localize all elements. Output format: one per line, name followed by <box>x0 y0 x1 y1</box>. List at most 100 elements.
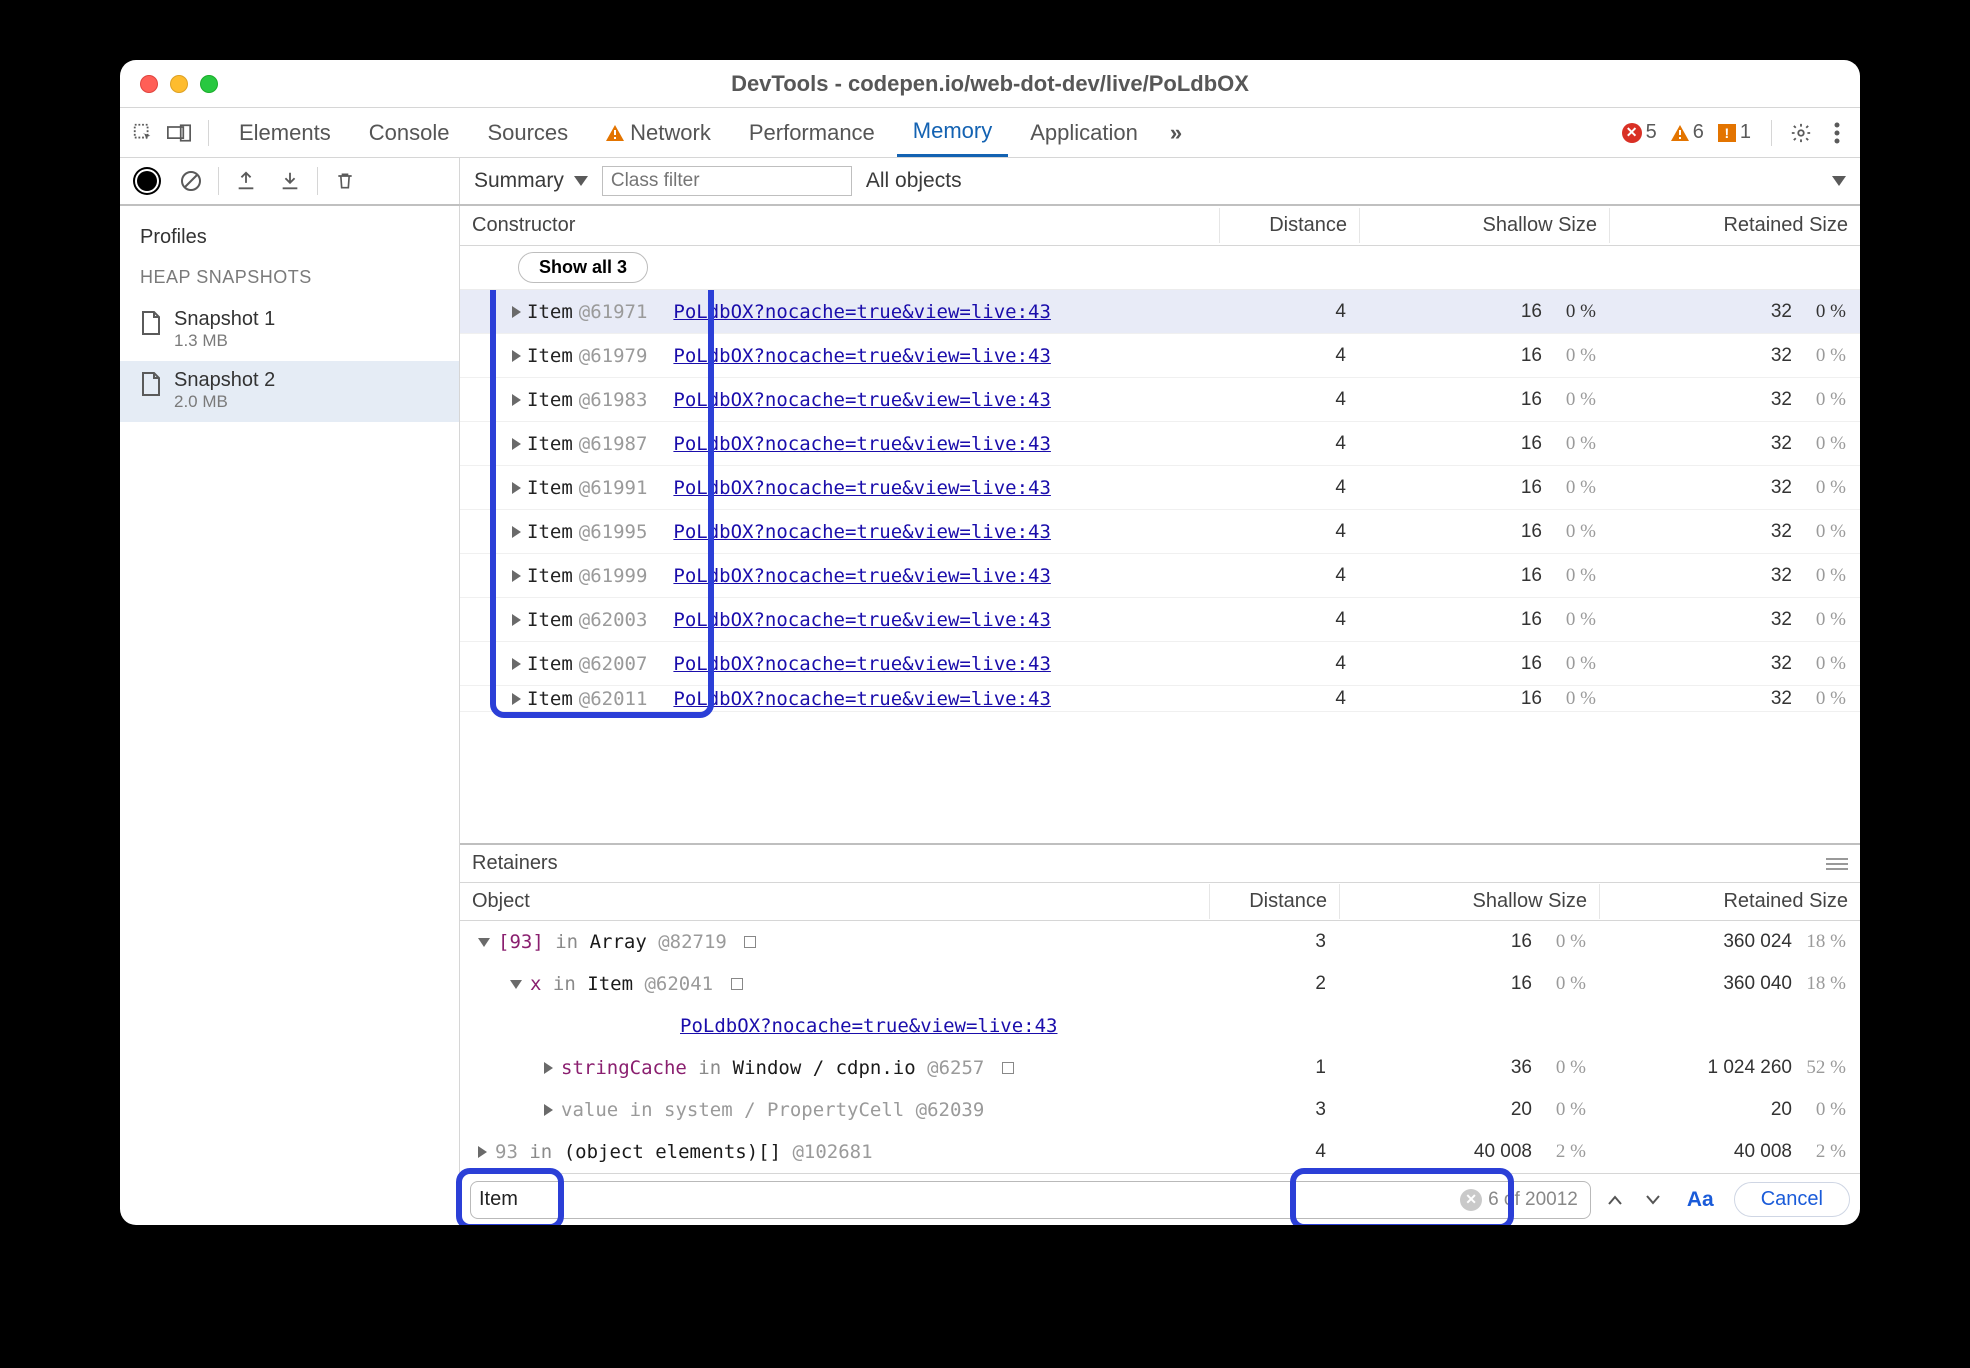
disclosure-icon[interactable] <box>478 938 490 947</box>
object-row[interactable]: Item @61971 PoLdbOX?nocache=true&view=li… <box>460 290 1860 334</box>
search-prev-button[interactable] <box>1601 1186 1629 1214</box>
snapshot-view: Constructor Distance Shallow Size Retain… <box>460 206 1860 1225</box>
issues-counter[interactable]: ! 1 <box>1718 121 1751 144</box>
object-row[interactable]: Item @62007 PoLdbOX?nocache=true&view=li… <box>460 642 1860 686</box>
search-next-button[interactable] <box>1639 1186 1667 1214</box>
source-link[interactable]: PoLdbOX?nocache=true&view=live:43 <box>673 433 1051 455</box>
col-constructor[interactable]: Constructor <box>460 208 1220 243</box>
tab-performance[interactable]: Performance <box>733 110 891 156</box>
minimize-icon[interactable] <box>170 75 188 93</box>
retainer-row[interactable]: stringCache in Window / cdpn.io @6257 1 … <box>460 1047 1860 1089</box>
source-link[interactable]: PoLdbOX?nocache=true&view=live:43 <box>673 521 1051 543</box>
source-link[interactable]: PoLdbOX?nocache=true&view=live:43 <box>673 345 1051 367</box>
col-retained[interactable]: Retained Size <box>1600 884 1860 919</box>
retainers-grid-body[interactable]: [93] in Array @82719 3 160 % 360 02418 %… <box>460 921 1860 1173</box>
import-button[interactable] <box>273 164 307 198</box>
match-case-button[interactable]: Aa <box>1677 1188 1724 1212</box>
errors-counter[interactable]: ✕ 5 <box>1622 121 1657 144</box>
disclosure-icon[interactable] <box>544 1104 553 1116</box>
tab-network-label: Network <box>630 120 711 146</box>
source-link[interactable]: PoLdbOX?nocache=true&view=live:43 <box>673 565 1051 587</box>
tab-application[interactable]: Application <box>1014 110 1154 156</box>
col-shallow[interactable]: Shallow Size <box>1340 884 1600 919</box>
source-link[interactable]: PoLdbOX?nocache=true&view=live:43 <box>673 389 1051 411</box>
object-id: @61995 <box>579 521 648 543</box>
show-all-button[interactable]: Show all 3 <box>518 252 648 283</box>
snapshot-item[interactable]: Snapshot 1 1.3 MB <box>120 300 459 361</box>
inspect-icon[interactable] <box>128 118 158 148</box>
disclosure-icon[interactable] <box>512 693 521 705</box>
disclosure-icon[interactable] <box>512 570 521 582</box>
warnings-counter[interactable]: 6 <box>1671 121 1704 144</box>
clear-button[interactable] <box>174 164 208 198</box>
object-row[interactable]: Item @61995 PoLdbOX?nocache=true&view=li… <box>460 510 1860 554</box>
close-icon[interactable] <box>140 75 158 93</box>
col-distance[interactable]: Distance <box>1210 884 1340 919</box>
object-row[interactable]: Item @61979 PoLdbOX?nocache=true&view=li… <box>460 334 1860 378</box>
col-retained[interactable]: Retained Size <box>1610 208 1860 243</box>
disclosure-icon[interactable] <box>544 1062 553 1074</box>
tab-memory[interactable]: Memory <box>897 108 1008 157</box>
source-link[interactable]: PoLdbOX?nocache=true&view=live:43 <box>673 688 1051 710</box>
search-input[interactable] <box>479 1188 1460 1211</box>
retainer-row[interactable]: x in Item @62041 2 160 % 360 04018 % <box>460 963 1860 1005</box>
kebab-icon[interactable] <box>1822 118 1852 148</box>
object-row[interactable]: Item @62011 PoLdbOX?nocache=true&view=li… <box>460 686 1860 712</box>
chevron-down-icon[interactable] <box>1832 176 1846 186</box>
device-icon[interactable] <box>164 118 194 148</box>
constructor-grid-body[interactable]: Item @61971 PoLdbOX?nocache=true&view=li… <box>460 290 1860 843</box>
retainers-grid-header: Object Distance Shallow Size Retained Si… <box>460 883 1860 921</box>
object-row[interactable]: Item @61983 PoLdbOX?nocache=true&view=li… <box>460 378 1860 422</box>
retainer-row[interactable]: [93] in Array @82719 3 160 % 360 02418 % <box>460 921 1860 963</box>
delete-button[interactable] <box>328 164 362 198</box>
source-link[interactable]: PoLdbOX?nocache=true&view=live:43 <box>673 301 1051 323</box>
object-row[interactable]: Item @62003 PoLdbOX?nocache=true&view=li… <box>460 598 1860 642</box>
col-object[interactable]: Object <box>460 884 1210 919</box>
disclosure-icon[interactable] <box>512 526 521 538</box>
tab-elements[interactable]: Elements <box>223 110 347 156</box>
disclosure-icon[interactable] <box>512 438 521 450</box>
disclosure-icon[interactable] <box>512 482 521 494</box>
retainer-row[interactable]: PoLdbOX?nocache=true&view=live:43 <box>460 1005 1860 1047</box>
export-button[interactable] <box>229 164 263 198</box>
object-row[interactable]: Item @61991 PoLdbOX?nocache=true&view=li… <box>460 466 1860 510</box>
shallow-cell: 40 0082 % <box>1340 1141 1600 1163</box>
drag-handle-icon[interactable] <box>1826 858 1848 870</box>
disclosure-icon[interactable] <box>512 394 521 406</box>
more-tabs-icon[interactable]: » <box>1160 112 1192 154</box>
retainer-row[interactable]: value in system / PropertyCell @62039 3 … <box>460 1089 1860 1131</box>
source-link[interactable]: PoLdbOX?nocache=true&view=live:43 <box>680 1015 1058 1037</box>
show-all-row: Show all 3 <box>460 246 1860 290</box>
gear-icon[interactable] <box>1786 118 1816 148</box>
cancel-button[interactable]: Cancel <box>1734 1182 1850 1217</box>
object-row[interactable]: Item @61987 PoLdbOX?nocache=true&view=li… <box>460 422 1860 466</box>
retained-cell: 1 024 26052 % <box>1600 1057 1860 1079</box>
tab-network[interactable]: Network <box>590 110 727 156</box>
disclosure-icon[interactable] <box>512 658 521 670</box>
object-row[interactable]: Item @61999 PoLdbOX?nocache=true&view=li… <box>460 554 1860 598</box>
col-distance[interactable]: Distance <box>1220 208 1360 243</box>
tab-console[interactable]: Console <box>353 110 466 156</box>
source-link[interactable]: PoLdbOX?nocache=true&view=live:43 <box>673 477 1051 499</box>
object-name: Item <box>527 345 573 367</box>
col-shallow[interactable]: Shallow Size <box>1360 208 1610 243</box>
retainers-title: Retainers <box>472 852 558 875</box>
view-select[interactable]: Summary <box>474 169 588 193</box>
snapshot-item[interactable]: Snapshot 2 2.0 MB <box>120 361 459 422</box>
source-link[interactable]: PoLdbOX?nocache=true&view=live:43 <box>673 653 1051 675</box>
tab-sources[interactable]: Sources <box>471 110 584 156</box>
class-filter-input[interactable] <box>602 166 852 196</box>
heap-snapshots-heading: HEAP SNAPSHOTS <box>120 261 459 300</box>
disclosure-icon[interactable] <box>512 306 521 318</box>
disclosure-icon[interactable] <box>512 350 521 362</box>
scope-select[interactable]: All objects <box>866 169 962 193</box>
zoom-icon[interactable] <box>200 75 218 93</box>
retainer-row[interactable]: 93 in (object elements)[] @102681 4 40 0… <box>460 1131 1860 1173</box>
object-id: @61971 <box>579 301 648 323</box>
disclosure-icon[interactable] <box>510 980 522 989</box>
source-link[interactable]: PoLdbOX?nocache=true&view=live:43 <box>673 609 1051 631</box>
disclosure-icon[interactable] <box>512 614 521 626</box>
clear-icon[interactable]: ✕ <box>1460 1189 1482 1211</box>
record-button[interactable] <box>130 164 164 198</box>
disclosure-icon[interactable] <box>478 1146 487 1158</box>
